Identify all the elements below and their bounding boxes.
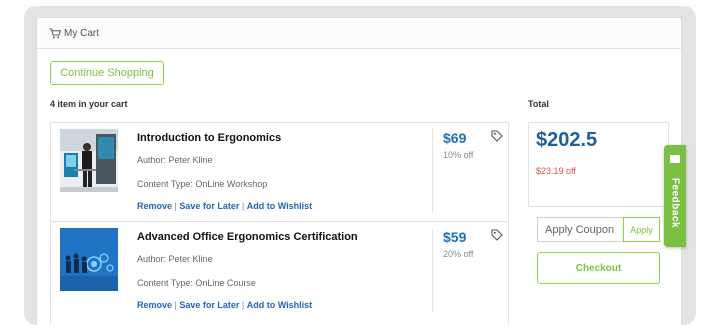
- cart-item: Introduction to Ergonomics Author: Peter…: [51, 123, 508, 221]
- item-thumbnail[interactable]: [60, 228, 118, 291]
- continue-shopping-button[interactable]: Continue Shopping: [50, 61, 164, 85]
- item-actions: Remove | Save for Later | Add to Wishlis…: [137, 300, 312, 310]
- remove-link[interactable]: Remove: [137, 201, 172, 211]
- total-label: Total: [528, 99, 549, 109]
- total-amount: $202.5: [536, 129, 598, 151]
- total-summary: $202.5 $23.19 off: [528, 122, 669, 207]
- tag-icon[interactable]: [491, 129, 503, 147]
- divider: [432, 129, 433, 213]
- item-price: $69: [443, 130, 467, 146]
- cart-item: Advanced Office Ergonomics Certification…: [51, 221, 508, 319]
- item-author: Author: Peter Kline: [137, 155, 213, 165]
- cart-panel: My Cart Continue Shopping 4 item in your…: [36, 17, 682, 325]
- checkout-button[interactable]: Checkout: [537, 252, 660, 284]
- item-price: $59: [443, 229, 467, 245]
- item-title[interactable]: Introduction to Ergonomics: [137, 132, 281, 144]
- total-discount: $23.19 off: [536, 166, 576, 176]
- item-thumbnail[interactable]: [60, 129, 118, 192]
- feedback-icon: [670, 155, 680, 163]
- tag-icon[interactable]: [491, 228, 503, 246]
- item-discount: 20% off: [443, 249, 474, 259]
- apply-coupon-button[interactable]: Apply: [623, 217, 660, 242]
- add-to-wishlist-link[interactable]: Add to Wishlist: [247, 300, 312, 310]
- cart-icon: [49, 28, 61, 39]
- save-for-later-link[interactable]: Save for Later: [179, 300, 239, 310]
- item-author: Author: Peter Kline: [137, 254, 213, 264]
- save-for-later-link[interactable]: Save for Later: [179, 201, 239, 211]
- add-to-wishlist-link[interactable]: Add to Wishlist: [247, 201, 312, 211]
- item-discount: 10% off: [443, 150, 474, 160]
- feedback-tab[interactable]: Feedback: [664, 145, 686, 247]
- feedback-label: Feedback: [669, 177, 681, 229]
- items-count: 4 item in your cart: [50, 99, 128, 109]
- cart-header: My Cart: [37, 18, 681, 49]
- page-title: My Cart: [64, 27, 99, 39]
- divider: [432, 228, 433, 312]
- coupon-input[interactable]: [537, 217, 624, 242]
- remove-link[interactable]: Remove: [137, 300, 172, 310]
- cart-items-list: Introduction to Ergonomics Author: Peter…: [50, 122, 509, 325]
- item-content-type: Content Type: OnLine Course: [137, 278, 256, 288]
- item-title[interactable]: Advanced Office Ergonomics Certification: [137, 231, 358, 243]
- item-content-type: Content Type: OnLine Workshop: [137, 179, 268, 189]
- item-actions: Remove | Save for Later | Add to Wishlis…: [137, 201, 312, 211]
